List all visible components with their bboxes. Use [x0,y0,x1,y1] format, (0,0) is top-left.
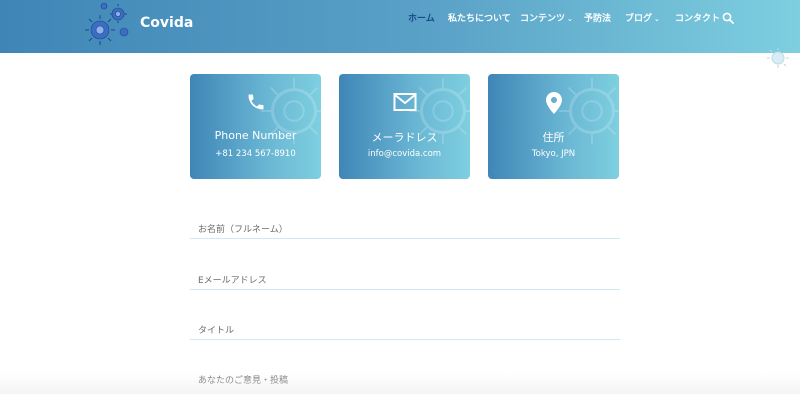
map-pin-icon [545,92,562,114]
contact-card-address: 住所 Tokyo, JPN [488,74,619,179]
chevron-down-icon: ⌄ [654,15,660,23]
title-input[interactable] [190,320,620,342]
nav-label: ブログ [625,14,653,24]
title-field[interactable] [190,318,620,342]
card-title: 住所 [542,131,565,144]
contact-card-email: メーラドレス info@covida.com [339,74,470,179]
email-input[interactable] [190,270,620,292]
card-title: Phone Number [214,129,297,142]
brand-name[interactable]: Covida [140,15,193,31]
nav-item-contact[interactable]: コンタクト [675,11,720,24]
virus-icon[interactable] [80,0,138,53]
nav-item-blog[interactable]: ブログ ⌄ [625,11,660,24]
card-title: メーラドレス [371,131,438,144]
email-field[interactable] [190,268,620,292]
chevron-down-icon: ⌄ [567,15,573,23]
site-header: Covida ホーム 私たちについて コンテンツ ⌄ 予防法 ブログ ⌄ コンタクト [0,0,800,53]
nav-label: ホーム [408,14,435,24]
nav-item-contents[interactable]: コンテンツ ⌄ [520,11,573,24]
fullname-input[interactable] [190,219,620,241]
virus-decoration-icon [767,48,789,68]
nav-item-about[interactable]: 私たちについて [448,11,511,24]
nav-item-prevention[interactable]: 予防法 [584,11,611,24]
contact-card-phone: Phone Number +81 234 567-8910 [190,74,321,179]
nav-label: コンテンツ [520,14,566,24]
envelope-icon [393,93,416,111]
nav-item-home[interactable]: ホーム [408,11,435,24]
nav-label: 予防法 [584,14,612,24]
card-value[interactable]: +81 234 567-8910 [190,149,321,159]
bottom-fade [0,372,800,394]
nav-label: コンタクト [675,14,721,24]
fullname-field[interactable] [190,217,620,241]
search-icon[interactable] [722,12,734,24]
nav-label: 私たちについて [448,14,511,24]
card-value: Tokyo, JPN [531,149,576,159]
phone-icon [248,94,263,110]
card-value[interactable]: info@covida.com [339,149,470,159]
